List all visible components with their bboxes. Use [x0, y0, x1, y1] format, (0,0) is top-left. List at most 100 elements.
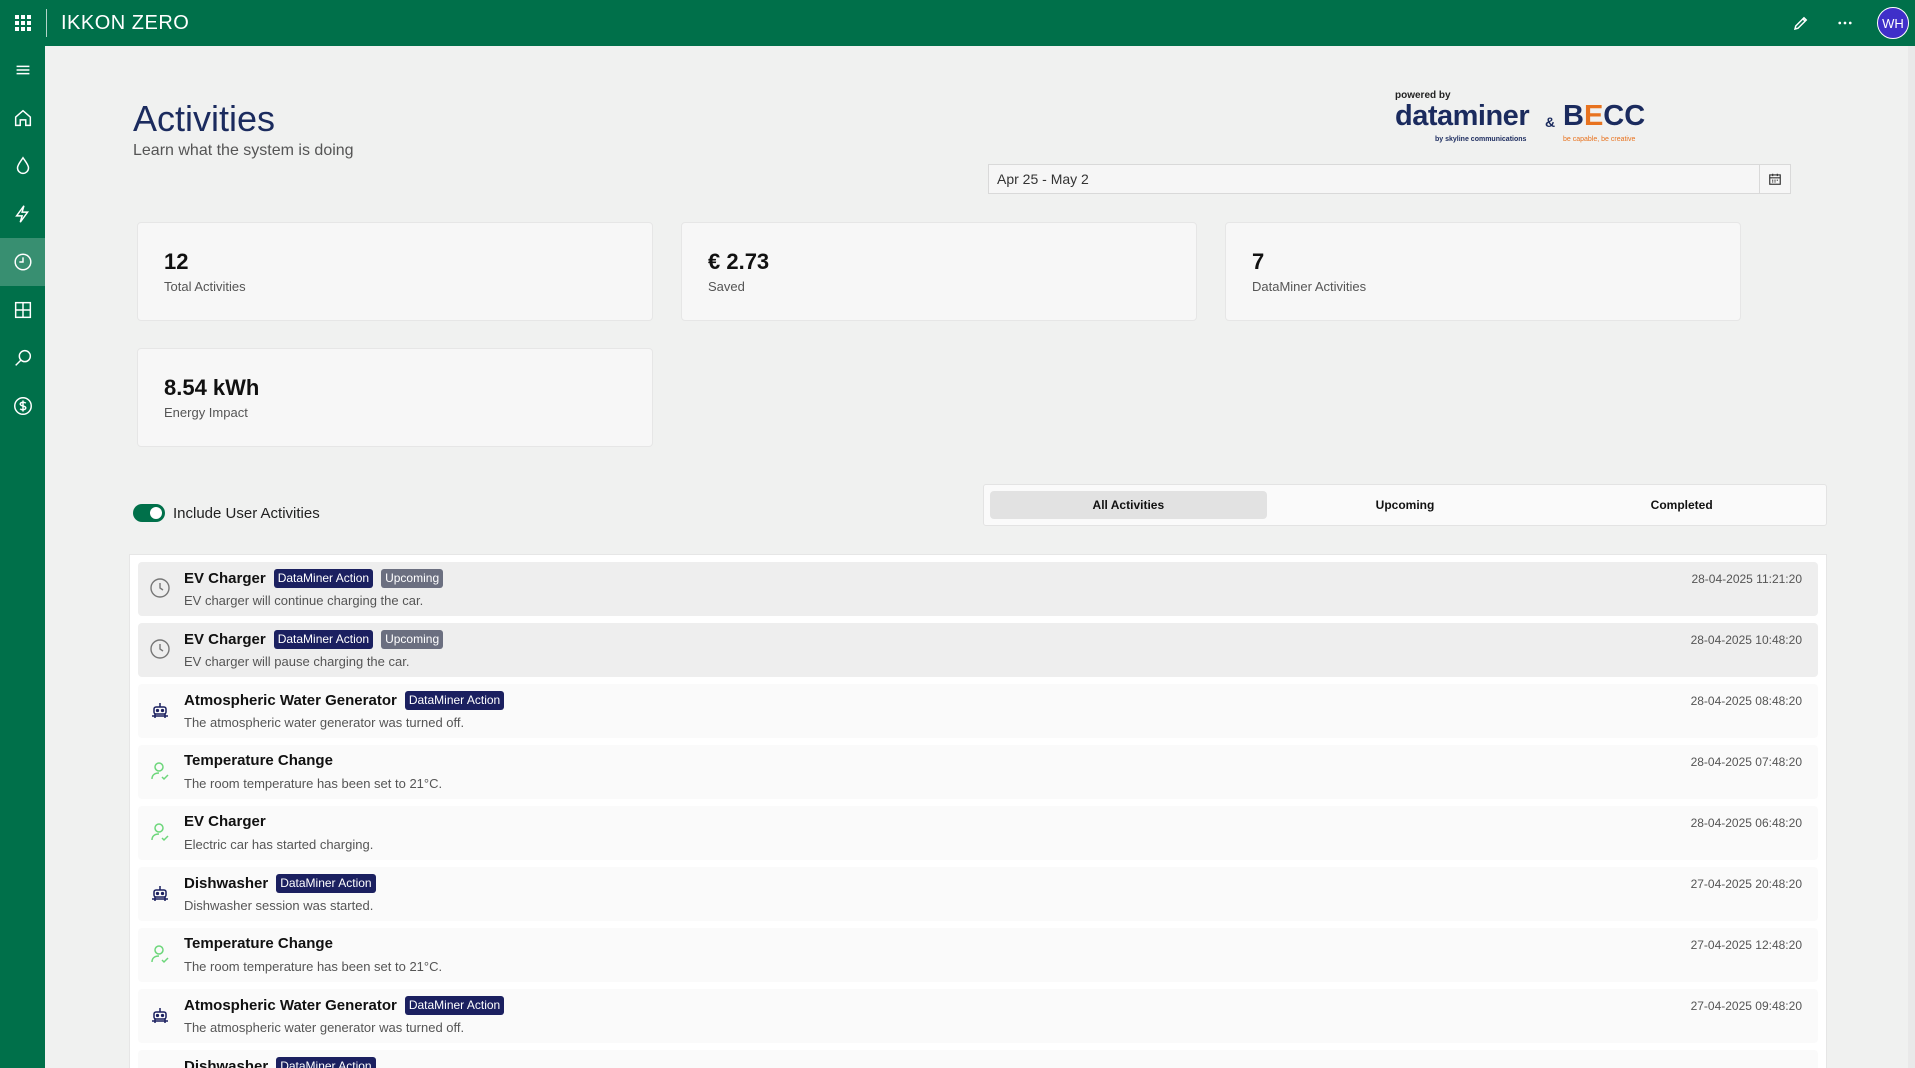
- dataminer-action-badge: DataMiner Action: [404, 691, 505, 710]
- edit-button[interactable]: [1789, 11, 1813, 35]
- activity-title: Dishwasher: [184, 1058, 269, 1068]
- sidebar-item-activities[interactable]: [0, 238, 45, 286]
- activity-row[interactable]: Atmospheric Water Generator DataMiner Act…: [138, 684, 1818, 738]
- home-icon: [14, 109, 31, 127]
- sidebar-item-home[interactable]: [0, 94, 45, 142]
- water-drop-icon: [16, 156, 29, 174]
- activity-row[interactable]: Dishwasher DataMiner Action Dishwasher ses…: [138, 867, 1818, 921]
- sidebar-item-water[interactable]: [0, 142, 45, 190]
- dataminer-tagline: by skyline communications: [1435, 136, 1527, 143]
- activity-timestamp: 27-04-2025 09:48:20: [1690, 999, 1802, 1013]
- robot-icon: [148, 1003, 172, 1027]
- sidebar: [0, 46, 45, 1068]
- dataminer-action-badge: DataMiner Action: [276, 874, 376, 893]
- dataminer-action-badge: DataMiner Action: [273, 630, 374, 649]
- activity-title-line: Atmospheric Water Generator DataMiner Act…: [184, 691, 505, 710]
- page-scrollbar[interactable]: [1908, 46, 1915, 1068]
- pencil-icon: [1793, 16, 1808, 31]
- kpi-energy-impact: 8.54 kWh Energy Impact: [137, 348, 653, 447]
- activity-timestamp: 28-04-2025 08:48:20: [1690, 694, 1802, 708]
- activity-description: EV charger will pause charging the car.: [184, 654, 410, 669]
- kpi-label: DataMiner Activities: [1252, 279, 1367, 294]
- activity-title: Dishwasher: [184, 875, 269, 892]
- activity-title-line: EV Charger DataMiner Action Upcoming: [184, 630, 444, 649]
- currency-icon: [13, 397, 32, 415]
- upcoming-badge: Upcoming: [381, 630, 444, 649]
- activity-timestamp: 28-04-2025 11:21:20: [1691, 572, 1802, 586]
- activity-title-line: Atmospheric Water Generator DataMiner Act…: [184, 996, 505, 1015]
- kpi-label: Energy Impact: [164, 405, 248, 420]
- search-icon: [14, 349, 31, 366]
- activity-timestamp: 28-04-2025 10:48:20: [1690, 633, 1802, 647]
- activity-row[interactable]: EV Charger Electric car has started charg…: [138, 806, 1818, 860]
- user-check-icon: [148, 942, 172, 966]
- powered-by-logo: powered by dataminer by skyline communic…: [1395, 90, 1665, 150]
- tab-upcoming[interactable]: Upcoming: [1267, 491, 1544, 519]
- dataminer-logo: dataminer: [1395, 100, 1530, 132]
- date-range-value[interactable]: Apr 25 - May 2: [989, 165, 1760, 193]
- dataminer-action-badge: DataMiner Action: [404, 996, 505, 1015]
- upcoming-badge: Upcoming: [381, 569, 444, 588]
- becc-logo: BECC: [1563, 100, 1645, 133]
- dataminer-action-badge: DataMiner Action: [276, 1057, 376, 1068]
- sidebar-item-energy[interactable]: [0, 190, 45, 238]
- activity-row[interactable]: Temperature Change The room temperature h…: [138, 745, 1818, 799]
- activity-list: EV Charger DataMiner Action Upcoming EV cha…: [129, 554, 1827, 1068]
- sidebar-item-search[interactable]: [0, 334, 45, 382]
- kpi-dataminer-activities: 7 DataMiner Activities: [1225, 222, 1741, 321]
- becc-logo-rest: CC: [1603, 100, 1646, 132]
- app-title: IKKON ZERO: [61, 11, 190, 34]
- activity-title-line: EV Charger: [184, 813, 266, 830]
- grid-icon: [14, 301, 31, 319]
- include-user-activities-toggle[interactable]: [133, 504, 165, 522]
- kpi-value: € 2.73: [708, 249, 770, 274]
- activity-row[interactable]: EV Charger DataMiner Action Upcoming EV cha…: [138, 562, 1818, 616]
- activity-description: The atmospheric water generator was turn…: [184, 1020, 465, 1035]
- more-button[interactable]: [1833, 11, 1857, 35]
- title-divider: [46, 9, 47, 37]
- avatar[interactable]: WH: [1877, 7, 1909, 39]
- activity-filter-tabs: All Activities Upcoming Completed: [983, 484, 1827, 526]
- clock-icon: [148, 576, 172, 600]
- robot-icon: [148, 881, 172, 905]
- activity-title-line: Temperature Change: [184, 935, 333, 952]
- activity-description: The atmospheric water generator was turn…: [184, 715, 465, 730]
- tab-completed[interactable]: Completed: [1543, 491, 1820, 519]
- activity-row[interactable]: Temperature Change The room temperature h…: [138, 928, 1818, 982]
- activity-description: Electric car has started charging.: [184, 837, 374, 852]
- robot-icon: [148, 1064, 172, 1068]
- calendar-button[interactable]: [1760, 165, 1790, 193]
- activity-timestamp: 27-04-2025 20:48:20: [1690, 877, 1802, 891]
- activity-row[interactable]: Dishwasher DataMiner Action: [138, 1050, 1818, 1068]
- kpi-saved: € 2.73 Saved: [681, 222, 1197, 321]
- activity-row[interactable]: EV Charger DataMiner Action Upcoming EV cha…: [138, 623, 1818, 677]
- activity-timestamp: 28-04-2025 07:48:20: [1690, 755, 1802, 769]
- main-content: Activities Learn what the system is doin…: [45, 46, 1915, 1068]
- sidebar-item-dashboard[interactable]: [0, 286, 45, 334]
- sidebar-item-menu[interactable]: [0, 46, 45, 94]
- waffle-icon: [15, 15, 31, 31]
- activity-row[interactable]: Atmospheric Water Generator DataMiner Act…: [138, 989, 1818, 1043]
- date-range-picker[interactable]: Apr 25 - May 2: [988, 164, 1791, 194]
- include-user-activities: Include User Activities: [133, 504, 320, 522]
- include-user-activities-label: Include User Activities: [173, 504, 320, 522]
- activity-title: Temperature Change: [184, 935, 333, 952]
- activity-title: EV Charger: [184, 813, 266, 830]
- app-launcher-button[interactable]: [0, 0, 46, 46]
- dataminer-action-badge: DataMiner Action: [273, 569, 374, 588]
- activity-description: The room temperature has been set to 21°…: [184, 776, 443, 791]
- sidebar-item-costs[interactable]: [0, 382, 45, 430]
- page-subtitle: Learn what the system is doing: [133, 142, 354, 159]
- calendar-icon: [1769, 173, 1781, 185]
- activity-title: EV Charger: [184, 631, 266, 648]
- clock-icon: [13, 253, 32, 271]
- kpi-value: 8.54 kWh: [164, 375, 260, 400]
- user-check-icon: [148, 759, 172, 783]
- activity-description: EV charger will continue charging the ca…: [184, 593, 424, 608]
- logo-ampersand: &: [1545, 114, 1556, 130]
- activity-title-line: Dishwasher DataMiner Action: [184, 874, 376, 893]
- tab-all-activities[interactable]: All Activities: [990, 491, 1267, 519]
- menu-icon: [16, 65, 29, 75]
- becc-logo-b: B: [1563, 100, 1584, 132]
- activity-title: Atmospheric Water Generator: [184, 692, 397, 709]
